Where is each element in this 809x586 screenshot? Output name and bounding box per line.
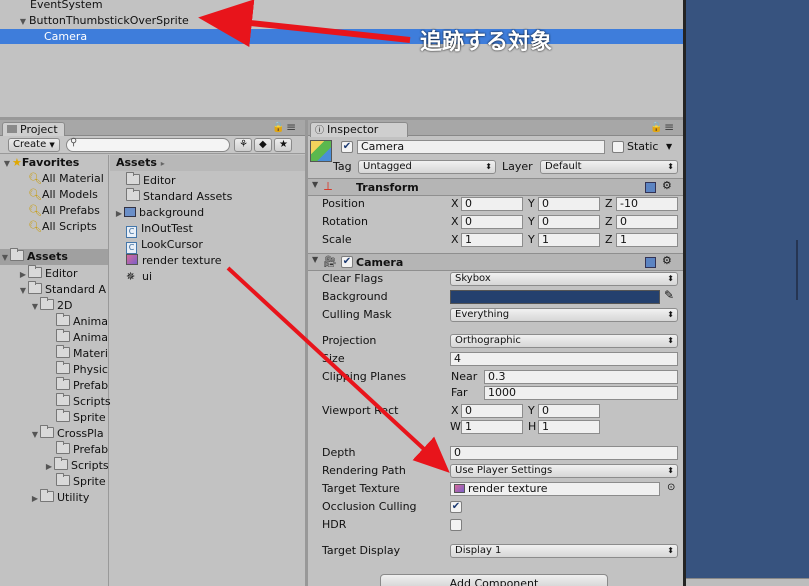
- arrow-to-target-texture: [226, 266, 450, 473]
- annotation-label: 追跡する対象: [420, 30, 553, 55]
- annotation-arrows: [198, 0, 450, 473]
- arrow-to-hierarchy-object: [198, 0, 411, 48]
